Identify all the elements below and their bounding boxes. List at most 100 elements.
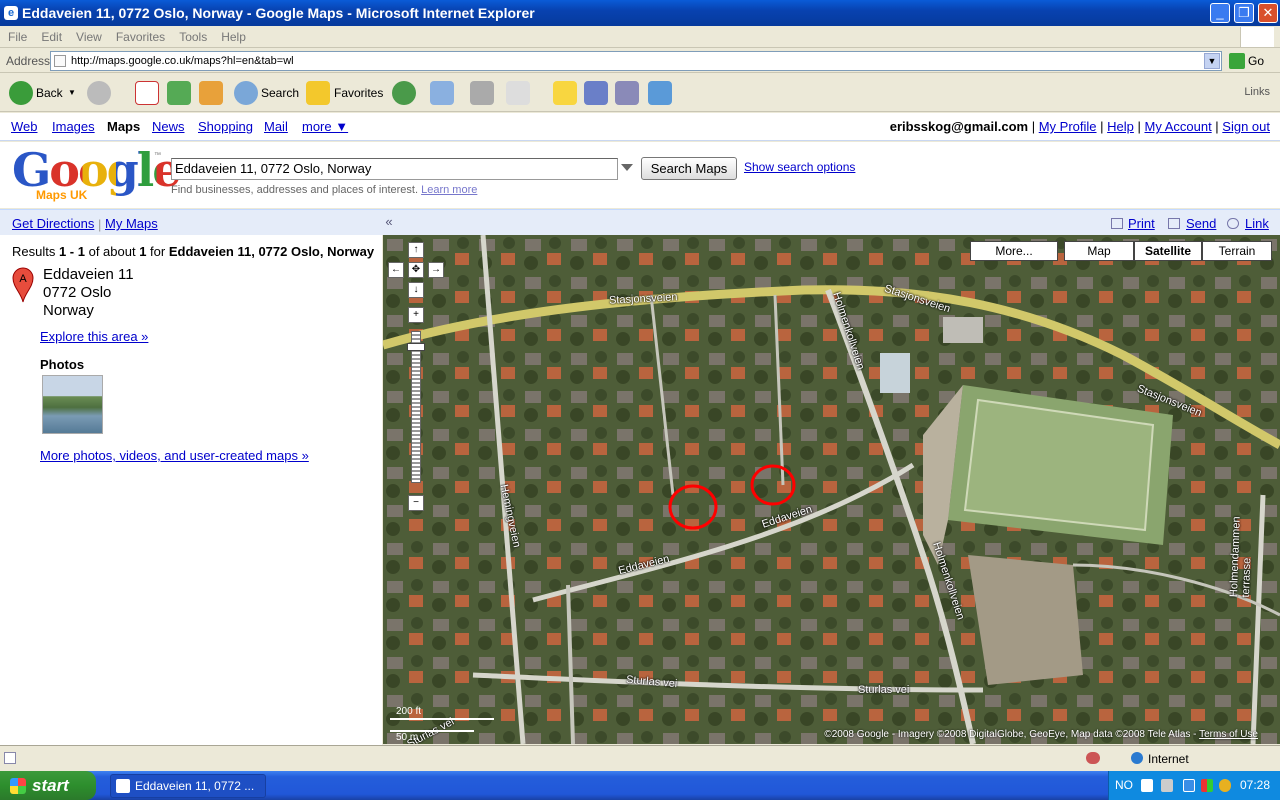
map-scale: 200 ft 50 m <box>390 706 494 743</box>
stop-icon[interactable] <box>135 81 159 105</box>
back-arrow-icon[interactable] <box>9 81 33 105</box>
zoom-in-button[interactable]: + <box>408 307 424 323</box>
privacy-icon[interactable] <box>1086 752 1100 764</box>
address-dropdown-icon[interactable]: ▼ <box>1204 53 1220 69</box>
favorites-star-icon[interactable] <box>306 81 330 105</box>
minimize-button[interactable]: _ <box>1210 3 1230 23</box>
maps-link-bar: Get Directions | My Maps « Print Send Li… <box>0 209 1280 235</box>
clock[interactable]: 07:28 <box>1240 771 1270 800</box>
menu-favorites[interactable]: Favorites <box>108 26 171 44</box>
gbar-shopping[interactable]: Shopping <box>198 119 253 134</box>
search-dropdown-icon[interactable] <box>621 164 633 171</box>
gbar-more[interactable]: more ▼ <box>302 119 348 134</box>
mail-icon[interactable] <box>430 81 454 105</box>
zoom-out-button[interactable]: − <box>408 495 424 511</box>
get-directions-link[interactable]: Get Directions <box>12 216 94 231</box>
map-type-map-button[interactable]: Map <box>1064 241 1134 261</box>
address-bar: Address http://maps.google.co.uk/maps?hl… <box>0 49 1280 73</box>
forward-arrow-icon[interactable] <box>87 81 111 105</box>
search-maps-button[interactable]: Search Maps <box>641 157 737 180</box>
print-link[interactable]: Print <box>1128 216 1155 231</box>
map-type-satellite-button[interactable]: Satellite <box>1134 241 1202 261</box>
help-link[interactable]: Help <box>1107 119 1134 134</box>
menu-help[interactable]: Help <box>213 26 252 44</box>
map-copyright: ©2008 Google - Imagery ©2008 DigitalGlob… <box>824 729 1258 740</box>
gbar-web[interactable]: Web <box>11 119 38 134</box>
flag-icon[interactable] <box>1201 779 1213 792</box>
pan-center-button[interactable]: ✥ <box>408 262 424 278</box>
collapse-panel-icon[interactable]: « <box>382 210 396 236</box>
result-address[interactable]: Eddaveien 11 0772 Oslo Norway <box>43 266 134 320</box>
gbar-news[interactable]: News <box>152 119 185 134</box>
link-chain-icon[interactable] <box>1227 218 1239 229</box>
photos-heading: Photos <box>40 357 85 372</box>
windows-flag-icon <box>1240 27 1274 47</box>
links-label[interactable]: Links <box>1244 86 1270 98</box>
google-maps-logo[interactable]: Google Maps UK ™ <box>12 146 182 202</box>
page-icon <box>54 55 66 67</box>
home-icon[interactable] <box>199 81 223 105</box>
refresh-icon[interactable] <box>167 81 191 105</box>
marker-a-icon[interactable]: A <box>11 267 35 303</box>
print-icon[interactable] <box>470 81 494 105</box>
favorites-button[interactable]: Favorites <box>334 80 383 106</box>
window-titlebar: e Eddaveien 11, 0772 Oslo, Norway - Goog… <box>0 0 1280 26</box>
search-button[interactable]: Search <box>261 80 299 106</box>
send-mail-icon[interactable] <box>1168 218 1180 229</box>
more-layers-button[interactable]: More... <box>970 241 1058 261</box>
my-maps-link[interactable]: My Maps <box>105 216 158 231</box>
more-photos-link[interactable]: More photos, videos, and user-created ma… <box>40 448 309 463</box>
tray-arrow-icon[interactable] <box>1183 779 1195 792</box>
help-icon[interactable] <box>1141 779 1153 792</box>
explore-area-link[interactable]: Explore this area » <box>40 329 148 344</box>
history-icon[interactable] <box>392 81 416 105</box>
address-input[interactable]: http://maps.google.co.uk/maps?hl=en&tab=… <box>50 51 1222 71</box>
menu-edit[interactable]: Edit <box>33 26 68 44</box>
menu-view[interactable]: View <box>68 26 108 44</box>
satellite-map[interactable]: Stasjonsveien Stasjonsveien Stasjonsveie… <box>383 235 1280 744</box>
search-input[interactable]: Eddaveien 11, 0772 Oslo, Norway <box>171 158 618 180</box>
my-profile-link[interactable]: My Profile <box>1039 119 1097 134</box>
taskbar-ie-window[interactable]: Eddaveien 11, 0772 ... <box>110 774 266 798</box>
notes-icon[interactable] <box>553 81 577 105</box>
gbar-mail[interactable]: Mail <box>264 119 288 134</box>
maximize-button[interactable]: ❐ <box>1234 3 1254 23</box>
address-url: http://maps.google.co.uk/maps?hl=en&tab=… <box>71 55 294 67</box>
pan-right-button[interactable]: → <box>428 262 444 278</box>
menu-file[interactable]: File <box>0 26 33 44</box>
learn-more-link[interactable]: Learn more <box>421 184 477 196</box>
edit-icon[interactable] <box>506 81 530 105</box>
messenger-icon[interactable] <box>584 81 608 105</box>
search-icon[interactable] <box>234 81 258 105</box>
users-icon[interactable] <box>648 81 672 105</box>
start-button[interactable]: start <box>0 771 96 800</box>
network-icon[interactable] <box>1219 779 1231 792</box>
research-icon[interactable] <box>615 81 639 105</box>
map-type-terrain-button[interactable]: Terrain <box>1202 241 1272 261</box>
zoom-slider-handle[interactable] <box>407 343 425 351</box>
zoom-slider[interactable] <box>411 331 421 483</box>
back-button[interactable]: Back <box>36 80 63 106</box>
back-dropdown-icon[interactable]: ▼ <box>68 80 76 106</box>
browser-toolbar: Back ▼ Search Favorites Links <box>0 74 1280 112</box>
gbar-images[interactable]: Images <box>52 119 95 134</box>
photo-thumbnail[interactable] <box>42 375 103 434</box>
menu-tools[interactable]: Tools <box>171 26 213 44</box>
keyboard-icon[interactable] <box>1161 779 1173 792</box>
terms-of-use-link[interactable]: Terms of Use <box>1199 729 1258 740</box>
search-hint-text: Find businesses, addresses and places of… <box>171 184 419 196</box>
send-link[interactable]: Send <box>1186 216 1216 231</box>
language-indicator[interactable]: NO <box>1115 771 1133 800</box>
show-search-options-link[interactable]: Show search options <box>744 160 855 174</box>
results-query: Eddaveien 11, 0772 Oslo, Norway <box>168 244 375 259</box>
sign-out-link[interactable]: Sign out <box>1222 119 1270 134</box>
my-account-link[interactable]: My Account <box>1144 119 1211 134</box>
road-label-holmendammen: Holmendammen terrasse <box>1227 516 1254 598</box>
link-link[interactable]: Link <box>1245 216 1269 231</box>
pan-up-button[interactable]: ↑ <box>408 242 424 258</box>
pan-left-button[interactable]: ← <box>388 262 404 278</box>
go-button[interactable]: Go <box>1228 51 1276 71</box>
close-button[interactable]: ✕ <box>1258 3 1278 23</box>
pan-down-button[interactable]: ↓ <box>408 282 424 298</box>
print-icon[interactable] <box>1111 218 1123 229</box>
